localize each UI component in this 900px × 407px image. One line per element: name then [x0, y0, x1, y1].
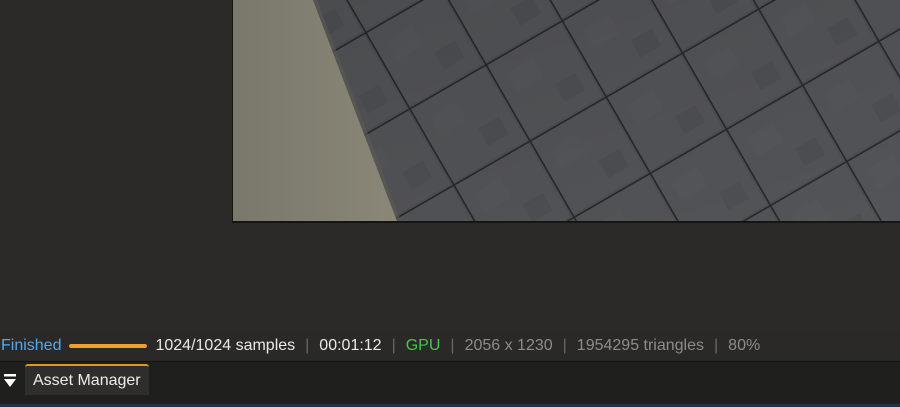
status-separator: |: [450, 336, 455, 354]
panel-tab-bar: Asset Manager: [0, 361, 900, 407]
render-progress-fill: [69, 343, 148, 348]
triangle-down-menu-icon[interactable]: [3, 372, 17, 390]
render-device: GPU: [405, 336, 441, 354]
triangle-count: 1954295 triangles: [576, 336, 705, 354]
render-progress-bar: [69, 343, 148, 348]
render-viewport[interactable]: [0, 0, 900, 330]
zoom-level: 80%: [728, 336, 761, 354]
render-status-bar: Finished 1024/1024 samples | 00:01:12 | …: [0, 330, 900, 361]
rendered-scene-image: [233, 0, 900, 221]
status-separator: |: [305, 336, 310, 354]
render-resolution: 2056 x 1230: [464, 336, 553, 354]
status-separator: |: [391, 336, 396, 354]
render-state-label: Finished: [1, 336, 62, 354]
render-time: 00:01:12: [319, 336, 382, 354]
render-image[interactable]: [232, 0, 900, 223]
samples-count: 1024/1024 samples: [155, 336, 296, 354]
status-separator: |: [714, 336, 719, 354]
status-separator: |: [562, 336, 567, 354]
tab-asset-manager[interactable]: Asset Manager: [25, 364, 149, 395]
